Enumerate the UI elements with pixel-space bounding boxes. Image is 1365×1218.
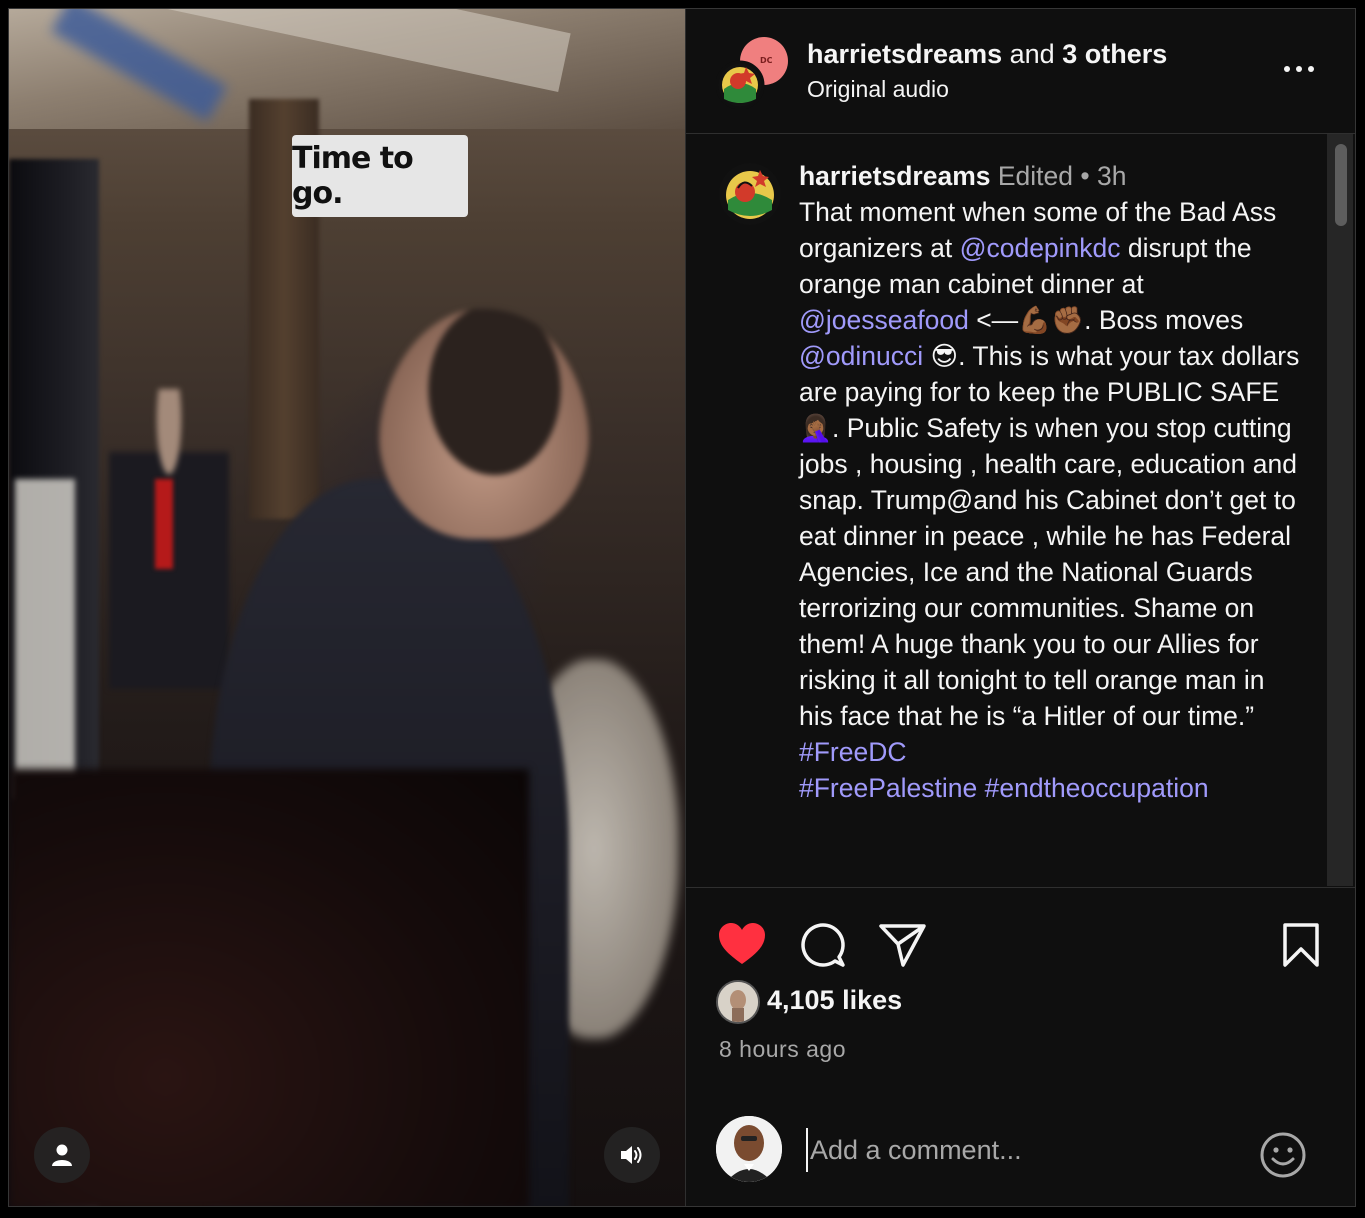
caption-username[interactable]: harrietsdreams [799,161,991,191]
emoji-icon[interactable] [1259,1131,1307,1179]
speaker-icon [621,1146,642,1164]
caption-section: harrietsdreams Edited • 3h That moment w… [686,134,1327,886]
share-icon[interactable] [879,922,927,968]
liker-avatar-icon [718,982,758,1022]
likes-count[interactable]: 4,105 likes [767,985,902,1016]
caption-time[interactable]: 3h [1097,161,1126,191]
more-options-button[interactable] [1284,59,1320,79]
collab-others-link[interactable]: 3 others [1062,39,1167,69]
post-dialog: Time to go. DC harrietsdreams and 3 othe… [8,8,1356,1207]
mention-odinucci[interactable]: @odinucci [799,341,923,371]
post-actions: 4,105 likes 8 hours ago [686,887,1355,1206]
post-header: DC harrietsdreams and 3 others Original … [686,9,1355,134]
caption-avatar[interactable] [718,162,782,226]
bookmark-icon[interactable] [1282,922,1320,968]
hashtag-freepalestine[interactable]: #FreePalestine [799,773,977,803]
liker-avatar[interactable] [716,980,760,1024]
hashtag-freedc[interactable]: #FreeDC [799,737,907,767]
collab-avatars[interactable]: DC [715,37,788,110]
edited-label: Edited [997,161,1074,191]
audio-link[interactable]: Original audio [807,76,949,103]
post-timestamp: 8 hours ago [719,1036,846,1062]
author-username[interactable]: harrietsdreams [807,39,1002,69]
mention-codepinkdc[interactable]: @codepinkdc [960,233,1121,263]
hashtag-endtheoccupation[interactable]: #endtheoccupation [985,773,1209,803]
collab-avatar-icon: DC [715,37,788,110]
video-text-sticker: Time to go. [292,135,468,217]
caption-text: harrietsdreams Edited • 3h That moment w… [799,161,1300,803]
mention-joesseafood[interactable]: @joesseafood [799,305,969,335]
video-player[interactable]: Time to go. [9,9,685,1206]
mute-toggle-button[interactable] [604,1127,660,1183]
caption-scrollbar[interactable] [1327,134,1353,886]
scrollbar-thumb[interactable] [1335,144,1347,226]
person-icon [52,1144,72,1166]
tagged-users-button[interactable] [34,1127,90,1183]
comment-icon[interactable] [799,921,847,969]
current-user-avatar [716,1116,782,1182]
more-horizontal-icon [1284,66,1290,72]
post-side-panel: DC harrietsdreams and 3 others Original … [685,9,1355,1206]
profile-logo-icon [719,163,781,225]
post-author-line[interactable]: harrietsdreams and 3 others [807,39,1167,70]
svg-text:DC: DC [760,56,773,65]
user-avatar-icon [716,1116,782,1182]
comment-input[interactable] [806,1128,1250,1172]
heart-icon[interactable] [718,922,766,966]
